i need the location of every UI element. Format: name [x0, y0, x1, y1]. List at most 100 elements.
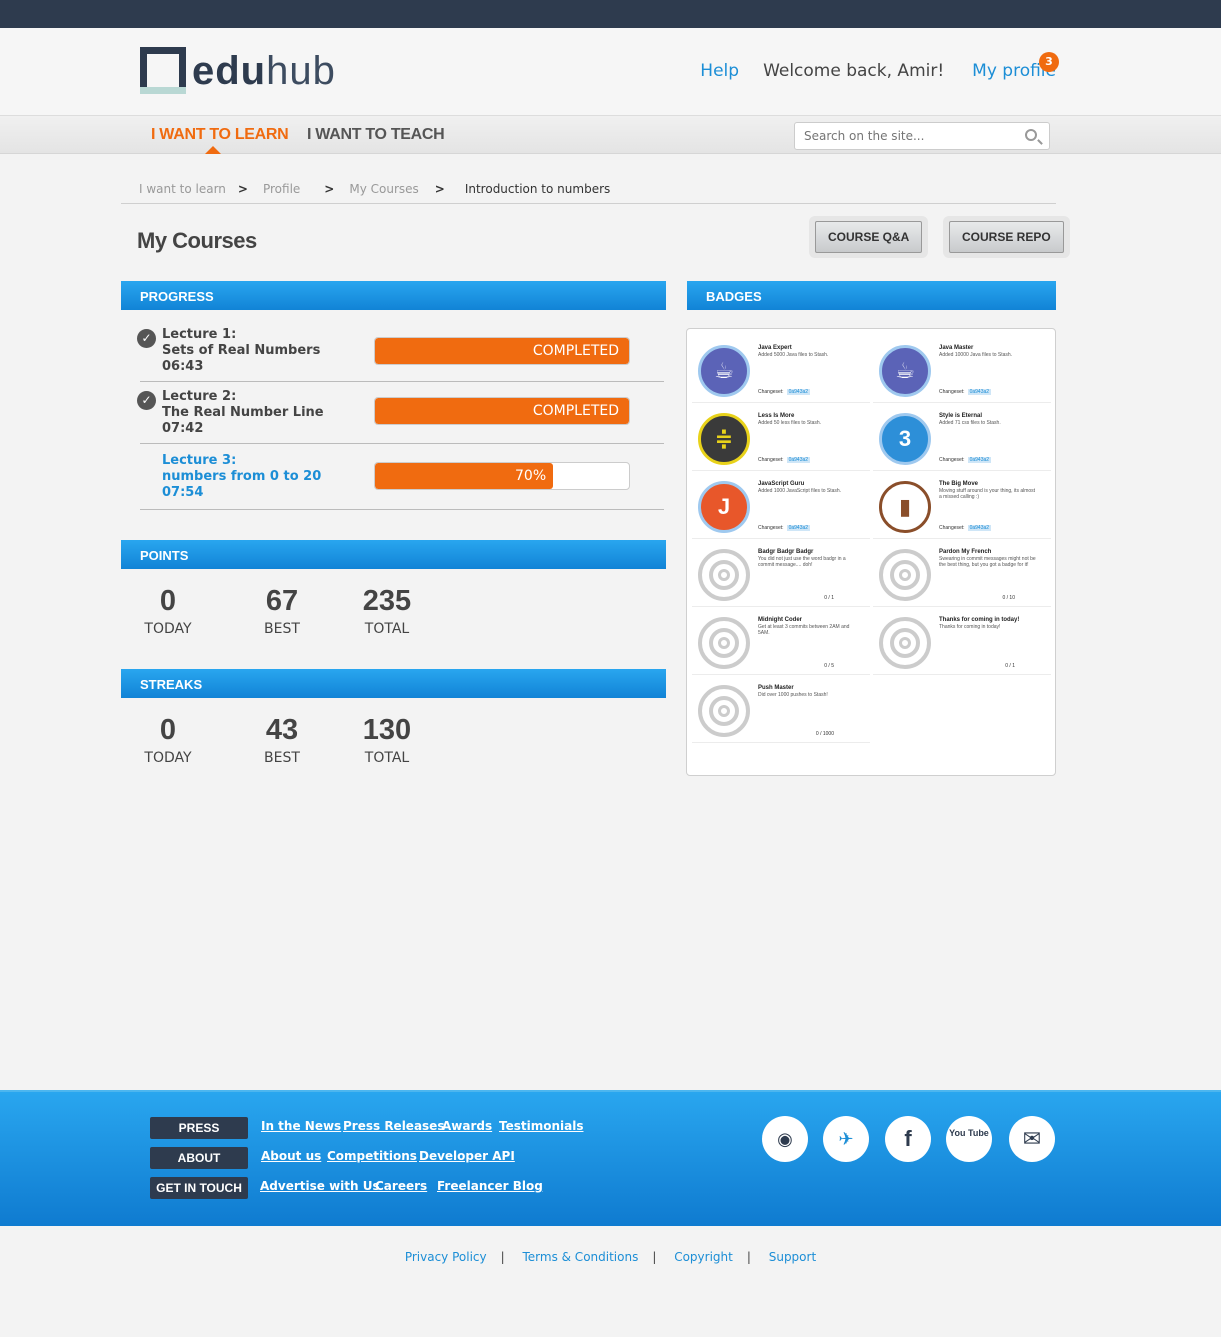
logo[interactable]: eduhub — [140, 47, 336, 94]
check-circle-icon: ✓ — [137, 391, 156, 410]
target-icon — [879, 617, 931, 669]
footer-link-competitions[interactable]: Competitions — [327, 1149, 417, 1163]
rss-icon[interactable]: ◉ — [762, 1116, 808, 1162]
badge-progress-count: 0 / 5 — [824, 663, 834, 669]
badge-glyph: ☕ — [895, 358, 915, 383]
site-header: eduhub Help Welcome back, Amir! My profi… — [0, 28, 1221, 115]
divider — [121, 203, 1056, 204]
search-box — [794, 122, 1050, 150]
badge-card[interactable]: ▮ The Big Move Moving stuff around is your… — [873, 473, 1051, 539]
badge-card[interactable]: ☕ Java Master Added 10000 Java files to St… — [873, 337, 1051, 403]
footer-link-about-us[interactable]: About us — [261, 1149, 321, 1163]
badge-description: Get at least 3 commits between 2AM and 5… — [758, 624, 850, 636]
badge-changeset: Changeset: 0a943a2 — [758, 525, 811, 531]
badge-title: Push Master — [758, 685, 794, 691]
breadcrumb: I want to learn > Profile > My Courses >… — [139, 182, 610, 196]
badge-title: Midnight Coder — [758, 617, 802, 623]
breadcrumb-i-want-to-learn[interactable]: I want to learn — [139, 182, 226, 196]
points-today: 0 TODAY — [144, 585, 192, 637]
privacy-policy-link[interactable]: Privacy Policy — [405, 1250, 487, 1264]
nav-i-want-to-learn[interactable]: I WANT TO LEARN — [151, 126, 289, 144]
legal-links: Privacy Policy | Terms & Conditions | Copy… — [404, 1250, 817, 1264]
page-title: My Courses — [137, 228, 257, 253]
badge-title: Style is Eternal — [939, 413, 983, 419]
badge-description: Added 10000 Java files to Stash. — [939, 352, 1013, 358]
streaks-total: 130 TOTAL — [362, 714, 412, 766]
badge-progress-count: 0 / 1 — [1005, 663, 1015, 669]
badge-description: You did not just use the word badgr in a… — [758, 556, 846, 568]
points-header: POINTS — [121, 540, 666, 569]
youtube-icon[interactable]: You Tube — [946, 1116, 992, 1162]
footer-link-developer-api[interactable]: Developer API — [419, 1149, 515, 1163]
javascript-icon: J — [698, 481, 750, 533]
badge-description: Added 1000 JavaScript files to Stash. — [758, 488, 842, 494]
footer-about-tag: ABOUT — [150, 1147, 248, 1169]
badge-card[interactable]: ☕ Java Expert Added 5000 Java files to Sta… — [692, 337, 870, 403]
badge-card[interactable]: Badgr Badgr Badgr You did not just use th… — [692, 541, 870, 607]
help-link[interactable]: Help — [700, 61, 739, 81]
streaks-today: 0 TODAY — [144, 714, 192, 766]
support-link[interactable]: Support — [769, 1250, 816, 1264]
footer-link-freelancer-blog[interactable]: Freelancer Blog — [437, 1179, 543, 1193]
breadcrumb-my-courses[interactable]: My Courses — [349, 182, 418, 196]
badge-glyph: 3 — [898, 426, 912, 451]
badge-progress-count: 0 / 10 — [1002, 595, 1015, 601]
progress-bar: 70% — [374, 462, 630, 490]
lecture-info: Lecture 1: Sets of Real Numbers 06:43 — [162, 327, 321, 374]
progress-bar: COMPLETED — [374, 397, 630, 425]
badge-description: Swearing in commit messages might not be… — [939, 556, 1036, 568]
twitter-icon[interactable]: ✈ — [823, 1116, 869, 1162]
nav-i-want-to-teach[interactable]: I WANT TO TEACH — [307, 126, 445, 144]
chevron-right-icon: > — [434, 182, 445, 196]
footer-link-careers[interactable]: Careers — [375, 1179, 427, 1193]
badge-card[interactable]: ≑ Less Is More Added 50 less files to Stas… — [692, 405, 870, 471]
terms-link[interactable]: Terms & Conditions — [522, 1250, 638, 1264]
hand-truck-icon: ▮ — [879, 481, 931, 533]
copyright-link[interactable]: Copyright — [674, 1250, 733, 1264]
badge-card[interactable]: Pardon My French Swearing in commit messa… — [873, 541, 1051, 607]
lecture-row[interactable]: ✓ Lecture 2: The Real Number Line 07:42 … — [137, 382, 664, 444]
badge-title: Pardon My French — [939, 549, 992, 555]
footer-link-advertise[interactable]: Advertise with Us — [260, 1179, 380, 1193]
badge-glyph: ☕ — [714, 358, 734, 383]
badge-description: Added 50 less files to Stash. — [758, 420, 822, 426]
chevron-right-icon: > — [324, 182, 335, 196]
badge-changeset: Changeset: 0a943a2 — [939, 525, 992, 531]
facebook-icon[interactable]: f — [885, 1116, 931, 1162]
progress-bar: COMPLETED — [374, 337, 630, 365]
notification-badge[interactable]: 3 — [1039, 52, 1059, 72]
badge-card[interactable]: Thanks for coming in today! Thanks for co… — [873, 609, 1051, 675]
badge-title: Java Expert — [758, 345, 792, 351]
course-qa-button[interactable]: COURSE Q&A — [815, 221, 923, 253]
badge-card[interactable]: Midnight Coder Get at least 3 commits bet… — [692, 609, 870, 675]
search-icon[interactable] — [1025, 129, 1037, 141]
logo-mark-icon — [140, 47, 186, 94]
badge-card[interactable]: 3 Style is Eternal Added 71 css files to S… — [873, 405, 1051, 471]
badge-progress-count: 0 / 1000 — [815, 731, 834, 737]
course-repo-button[interactable]: COURSE REPO — [949, 221, 1064, 253]
lecture-info: Lecture 3: numbers from 0 to 20 07:54 — [162, 453, 322, 500]
badge-card[interactable]: J JavaScript Guru Added 1000 JavaScript fi… — [692, 473, 870, 539]
lecture-row[interactable]: ✓ Lecture 1: Sets of Real Numbers 06:43 … — [137, 320, 664, 382]
footer-link-in-the-news[interactable]: In the News — [261, 1119, 341, 1133]
top-bar — [0, 0, 1221, 28]
footer-link-press-releases[interactable]: Press Releases — [343, 1119, 444, 1133]
badge-title: Thanks for coming in today! — [939, 617, 1020, 623]
progress-label: COMPLETED — [532, 403, 619, 419]
progress-label: COMPLETED — [532, 343, 619, 359]
badge-progress-count: 0 / 1 — [824, 595, 834, 601]
course-repo-frame: COURSE REPO — [943, 216, 1070, 258]
breadcrumb-profile[interactable]: Profile — [263, 182, 300, 196]
badges-header: BADGES — [687, 281, 1056, 310]
mail-icon[interactable]: ✉ — [1009, 1116, 1055, 1162]
lecture-row-current[interactable]: Lecture 3: numbers from 0 to 20 07:54 70… — [140, 446, 664, 510]
main-nav: I WANT TO LEARN I WANT TO TEACH — [0, 115, 1221, 154]
less-icon: ≑ — [698, 413, 750, 465]
footer-link-testimonials[interactable]: Testimonials — [499, 1119, 583, 1133]
badge-card[interactable]: Push Master Did over 1000 pushes to Stash… — [692, 677, 870, 743]
search-input[interactable] — [804, 123, 1014, 149]
badges-panel: ☕ Java Expert Added 5000 Java files to Sta… — [686, 328, 1056, 776]
badge-glyph: ≑ — [714, 426, 734, 451]
logo-text: eduhub — [192, 48, 336, 93]
footer-link-awards[interactable]: Awards — [442, 1119, 492, 1133]
